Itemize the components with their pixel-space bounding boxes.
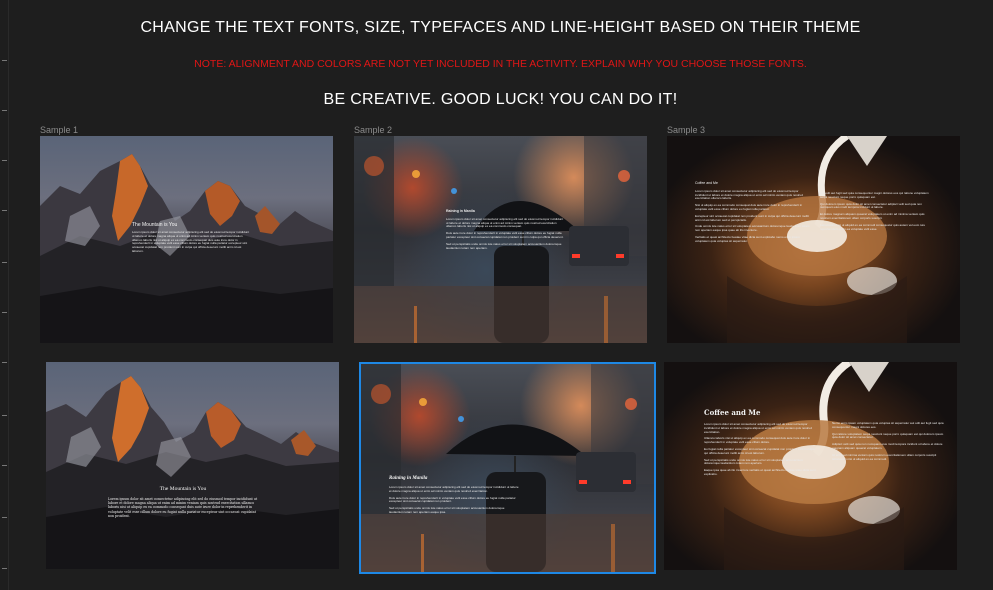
coffee-answer-paragraph: Lorem ipsum dolor sit amet consectetur a… <box>704 422 812 434</box>
note-text: NOTE: ALIGNMENT AND COLORS ARE NOT YET I… <box>194 58 807 70</box>
sample-3-label[interactable]: Sample 3 <box>667 125 705 135</box>
coffee-col-1: Coffee and Me Lorem ipsum dolor sit amet… <box>695 181 810 247</box>
sample-2-frame[interactable]: Raining in Manila Lorem ipsum dolor sit … <box>354 136 647 343</box>
sample-3-frame[interactable]: Coffee and Me Lorem ipsum dolor sit amet… <box>667 136 960 343</box>
mountain-answer-title: The Mountain is You <box>159 486 207 492</box>
mountain-body: Lorem ipsum dolor sit amet consectetur a… <box>132 230 250 253</box>
sample-1-frame[interactable]: The Mountain is You Lorem ipsum dolor si… <box>40 136 333 343</box>
mountain-answer-text: The Mountain is You Lorem ipsum dolor si… <box>108 486 258 518</box>
coffee-paragraph: Qui dolorem ipsum quia dolor sit amet co… <box>820 201 922 210</box>
rain-answer-paragraph: Lorem ipsum dolor sit amet consectetur a… <box>389 485 519 493</box>
coffee-answer-paragraph: Nemo enim ipsam voluptatem quia voluptas… <box>832 421 944 429</box>
coffee-paragraph: Aut odit aut fugit sed quia consequuntur… <box>820 191 929 199</box>
rain-answer-paragraph: Sed ut perspiciatis unde omnis iste natu… <box>389 506 505 514</box>
coffee-answer-col-2: Nemo enim ipsam voluptatem quia voluptas… <box>832 421 944 464</box>
coffee-paragraph: Veritatis et quasi architecto beatae vit… <box>695 234 800 243</box>
mountain-answer-frame[interactable]: The Mountain is You Lorem ipsum dolor si… <box>46 362 339 569</box>
rain-paragraph: Sed ut perspiciatis unde omnis iste natu… <box>446 241 562 250</box>
coffee-answer-paragraph: Eaque ipsa quae ab illo inventore verita… <box>704 468 816 476</box>
coffee-paragraph: Nisi ut aliquip ex ea commodo consequat … <box>695 203 803 211</box>
rain-text-block: Raining in Manila Lorem ipsum dolor sit … <box>446 209 566 253</box>
coffee-answer-paragraph: Qui ratione voluptatem sequi nesciunt ne… <box>832 431 944 440</box>
sample-1-label[interactable]: Sample 1 <box>40 125 78 135</box>
rain-answer-paragraph: Duis aute irure dolor in reprehenderit i… <box>389 495 516 504</box>
rain-answer-title: Raining in Manila <box>389 476 428 481</box>
coffee-title: Coffee and Me <box>695 181 718 185</box>
rain-paragraph: Duis aute irure dolor in reprehenderit i… <box>446 231 564 239</box>
coffee-answer-col-1: Coffee and Me Lorem ipsum dolor sit amet… <box>704 408 819 480</box>
sample-2-label[interactable]: Sample 2 <box>354 125 392 135</box>
mountain-title: The Mountain is You <box>132 222 178 228</box>
mountain-text-block: The Mountain is You Lorem ipsum dolor si… <box>132 222 250 254</box>
rain-title: Raining in Manila <box>446 209 475 213</box>
coffee-paragraph: Excepteur sint occaecat cupidatat non pr… <box>695 213 809 222</box>
rain-answer-text: Raining in Manila Lorem ipsum dolor sit … <box>389 476 519 518</box>
mountain-answer-body: Lorem ipsum dolor sit amet consectetur a… <box>108 497 258 518</box>
rain-image <box>361 364 654 572</box>
rain-answer-frame[interactable]: Raining in Manila Lorem ipsum dolor sit … <box>359 362 656 574</box>
coffee-answer-paragraph: Ullamco laboris nisi ut aliquip ex ea co… <box>704 436 811 445</box>
mountain-image <box>46 362 339 569</box>
coffee-answer-paragraph: Adipisci velit sed quia non numquam eius… <box>832 442 943 450</box>
coffee-answer-paragraph: Sed ut perspiciatis unde omnis iste natu… <box>704 457 803 466</box>
coffee-paragraph: Et dolore magnam aliquam quaerat volupta… <box>820 212 925 220</box>
coffee-col-2: Aut odit aut fugit sed quia consequuntur… <box>820 191 935 234</box>
coffee-paragraph: Unde omnis iste natus error sit voluptat… <box>695 224 810 233</box>
motto-heading: BE CREATIVE. GOOD LUCK! YOU CAN DO IT! <box>323 91 678 108</box>
vertical-ruler <box>0 0 9 590</box>
coffee-answer-paragraph: Ut enim ad minima veniam quis nostrum ex… <box>832 452 937 461</box>
instruction-heading: CHANGE THE TEXT FONTS, SIZE, TYPEFACES A… <box>140 19 861 36</box>
coffee-paragraph: Laboriosam nisi ut aliquid ex ea commodi… <box>820 222 926 231</box>
coffee-answer-frame[interactable]: Coffee and Me Lorem ipsum dolor sit amet… <box>664 362 957 570</box>
rain-paragraph: Lorem ipsum dolor sit amet consectetur a… <box>446 216 564 229</box>
coffee-answer-title: Coffee and Me <box>704 408 761 417</box>
coffee-paragraph: Lorem ipsum dolor sit amet consectetur a… <box>695 188 803 201</box>
coffee-answer-paragraph: Eu fugiat nulla pariatur excepteur sint … <box>704 446 815 455</box>
